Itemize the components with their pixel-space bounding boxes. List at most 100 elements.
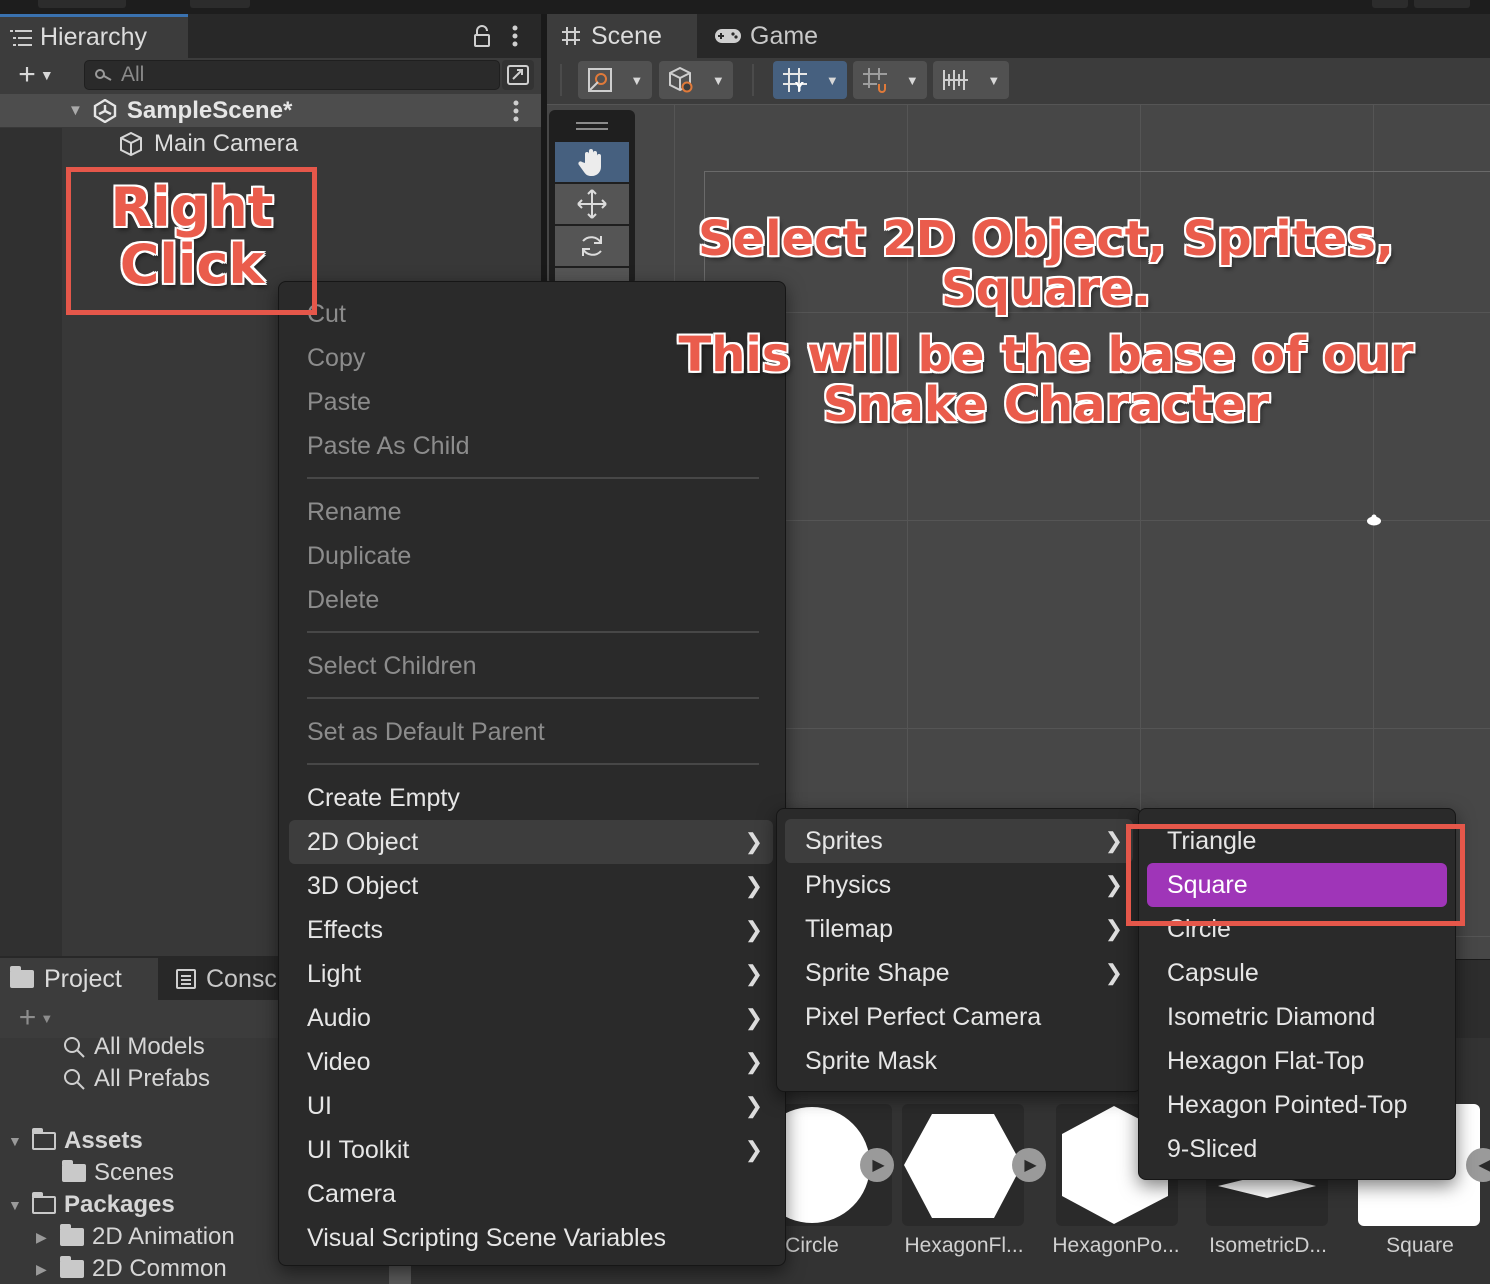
- drag-handle-icon[interactable]: [576, 122, 608, 130]
- snap-grid-icon: [861, 66, 889, 94]
- menu-item-physics[interactable]: Physics ❯: [785, 863, 1133, 907]
- chevron-right-icon: ❯: [744, 873, 763, 898]
- hexagon-flat-icon: [904, 1114, 1022, 1218]
- menu-item-isometric-diamond[interactable]: Isometric Diamond: [1147, 995, 1447, 1039]
- hand-tool-button[interactable]: [555, 142, 629, 182]
- tab-game[interactable]: Game: [700, 14, 840, 58]
- menu-label: Paste: [307, 387, 371, 416]
- menu-item-2d-object[interactable]: 2D Object ❯: [289, 820, 773, 864]
- chevron-right-icon: ❯: [744, 1137, 763, 1162]
- svg-text:Y: Y: [794, 80, 804, 94]
- menu-item-delete[interactable]: Delete: [307, 578, 379, 622]
- menu-label: Capsule: [1167, 958, 1259, 987]
- menu-item-effects[interactable]: Effects ❯: [289, 908, 773, 952]
- expand-arrow-icon[interactable]: ▶: [36, 1261, 52, 1278]
- create-add-button[interactable]: + ▼: [8, 58, 64, 91]
- expand-arrow-icon[interactable]: ▼: [8, 1197, 24, 1213]
- menu-item-sprites[interactable]: Sprites ❯: [785, 819, 1133, 863]
- menu-item-paste-as-child[interactable]: Paste As Child: [307, 424, 470, 468]
- grid-snapping-dropdown[interactable]: Y ▼: [773, 61, 847, 99]
- menu-item-9-sliced[interactable]: 9-Sliced: [1147, 1127, 1447, 1171]
- tab-scene[interactable]: Scene: [547, 14, 697, 58]
- grid-toggle-icon: Y: [781, 66, 809, 94]
- tab-label: Consc: [206, 964, 277, 993]
- scale-tool-button[interactable]: [555, 268, 629, 282]
- menu-item-hexagon-flat-top[interactable]: Hexagon Flat-Top: [1147, 1039, 1447, 1083]
- menu-item-ui-toolkit[interactable]: UI Toolkit ❯: [289, 1128, 773, 1172]
- tree-label: 2D Animation: [92, 1223, 235, 1250]
- menu-item-paste[interactable]: Paste: [307, 380, 371, 424]
- more-options-icon[interactable]: [506, 96, 526, 126]
- tree-folder-2d-common[interactable]: ▶ 2D Common: [36, 1253, 227, 1284]
- tab-console[interactable]: Consc: [168, 958, 288, 1000]
- menu-item-copy[interactable]: Copy: [307, 336, 365, 380]
- menu-item-pixel-perfect-camera[interactable]: Pixel Perfect Camera: [785, 995, 1133, 1039]
- hierarchy-search-input[interactable]: All: [84, 60, 500, 90]
- hierarchy-item-main-camera[interactable]: Main Camera: [118, 128, 298, 160]
- draw-mode-dropdown[interactable]: ▼: [578, 61, 652, 99]
- menu-item-visual-scripting[interactable]: Visual Scripting Scene Variables: [307, 1216, 666, 1260]
- render-mode-dropdown[interactable]: ▼: [659, 61, 733, 99]
- asset-label: HexagonFl...: [904, 1234, 1024, 1257]
- cube-icon: [118, 131, 144, 157]
- chevron-down-icon: ▼: [39, 67, 54, 83]
- menu-item-select-children[interactable]: Select Children: [307, 644, 477, 688]
- menu-label: Sprite Shape: [805, 958, 950, 987]
- expand-arrow-icon[interactable]: ▼: [68, 102, 83, 119]
- expand-play-icon[interactable]: ▶: [860, 1148, 894, 1182]
- menu-item-audio[interactable]: Audio ❯: [289, 996, 773, 1040]
- snap-settings-dropdown[interactable]: ▼: [853, 61, 927, 99]
- menu-item-hexagon-pointed-top[interactable]: Hexagon Pointed-Top: [1147, 1083, 1447, 1127]
- scene-row[interactable]: ▼ SampleScene*: [0, 94, 541, 127]
- search-by-type-icon[interactable]: [502, 60, 534, 90]
- increment-snap-dropdown[interactable]: ▼: [933, 61, 1009, 99]
- hierarchy-gutter: [0, 128, 62, 956]
- menu-label: Select Children: [307, 651, 477, 680]
- scrollbar-thumb[interactable]: [389, 1266, 411, 1284]
- expand-arrow-icon[interactable]: ▶: [36, 1229, 52, 1246]
- saved-search-all-prefabs[interactable]: All Prefabs: [62, 1063, 210, 1095]
- menu-item-duplicate[interactable]: Duplicate: [307, 534, 411, 578]
- tree-folder-scenes[interactable]: Scenes: [62, 1157, 174, 1189]
- tab-project[interactable]: Project: [0, 958, 158, 1000]
- menu-item-tilemap[interactable]: Tilemap ❯: [785, 907, 1133, 951]
- menu-label: Isometric Diamond: [1167, 1002, 1376, 1031]
- folder-icon: [60, 1224, 84, 1246]
- menu-item-rename[interactable]: Rename: [307, 490, 402, 534]
- menu-item-sprite-shape[interactable]: Sprite Shape ❯: [785, 951, 1133, 995]
- camera-gizmo-icon[interactable]: [1366, 513, 1382, 527]
- menu-item-3d-object[interactable]: 3D Object ❯: [289, 864, 773, 908]
- menu-item-ui[interactable]: UI ❯: [289, 1084, 773, 1128]
- more-options-icon[interactable]: [505, 22, 525, 50]
- menu-label: UI: [307, 1091, 332, 1120]
- unity-scene-icon: [93, 98, 117, 123]
- menu-label: Visual Scripting Scene Variables: [307, 1223, 666, 1252]
- rotate-tool-button[interactable]: [555, 226, 629, 266]
- menu-item-video[interactable]: Video ❯: [289, 1040, 773, 1084]
- menu-item-light[interactable]: Light ❯: [289, 952, 773, 996]
- tab-hierarchy[interactable]: Hierarchy: [0, 14, 188, 58]
- ruler-icon: [942, 68, 970, 92]
- tree-folder-2d-animation[interactable]: ▶ 2D Animation: [36, 1221, 235, 1253]
- expand-play-icon[interactable]: ▶: [1012, 1148, 1046, 1182]
- search-icon: [95, 68, 113, 82]
- saved-search-all-models[interactable]: All Models: [62, 1031, 205, 1063]
- menu-item-camera[interactable]: Camera: [307, 1172, 396, 1216]
- menu-item-set-default-parent[interactable]: Set as Default Parent: [307, 710, 545, 754]
- menu-label: Delete: [307, 585, 380, 614]
- chevron-right-icon: ❯: [744, 917, 763, 942]
- tree-label: Packages: [64, 1191, 175, 1218]
- tree-folder-packages[interactable]: ▼ Packages: [8, 1189, 175, 1221]
- menu-separator: [307, 631, 759, 633]
- move-tool-button[interactable]: [555, 184, 629, 224]
- tree-folder-assets[interactable]: ▼ Assets: [8, 1125, 143, 1157]
- menu-item-sprite-mask[interactable]: Sprite Mask: [785, 1039, 1133, 1083]
- chevron-right-icon: ❯: [744, 961, 763, 986]
- asset-thumb-hexagon-flat[interactable]: [902, 1104, 1024, 1226]
- menu-item-create-empty[interactable]: Create Empty: [307, 776, 460, 820]
- lock-icon[interactable]: [470, 22, 494, 50]
- project-create-button[interactable]: + ▼: [10, 1001, 62, 1034]
- menu-item-capsule[interactable]: Capsule: [1147, 951, 1447, 995]
- scene-name: SampleScene*: [126, 96, 293, 124]
- expand-arrow-icon[interactable]: ▼: [8, 1133, 24, 1149]
